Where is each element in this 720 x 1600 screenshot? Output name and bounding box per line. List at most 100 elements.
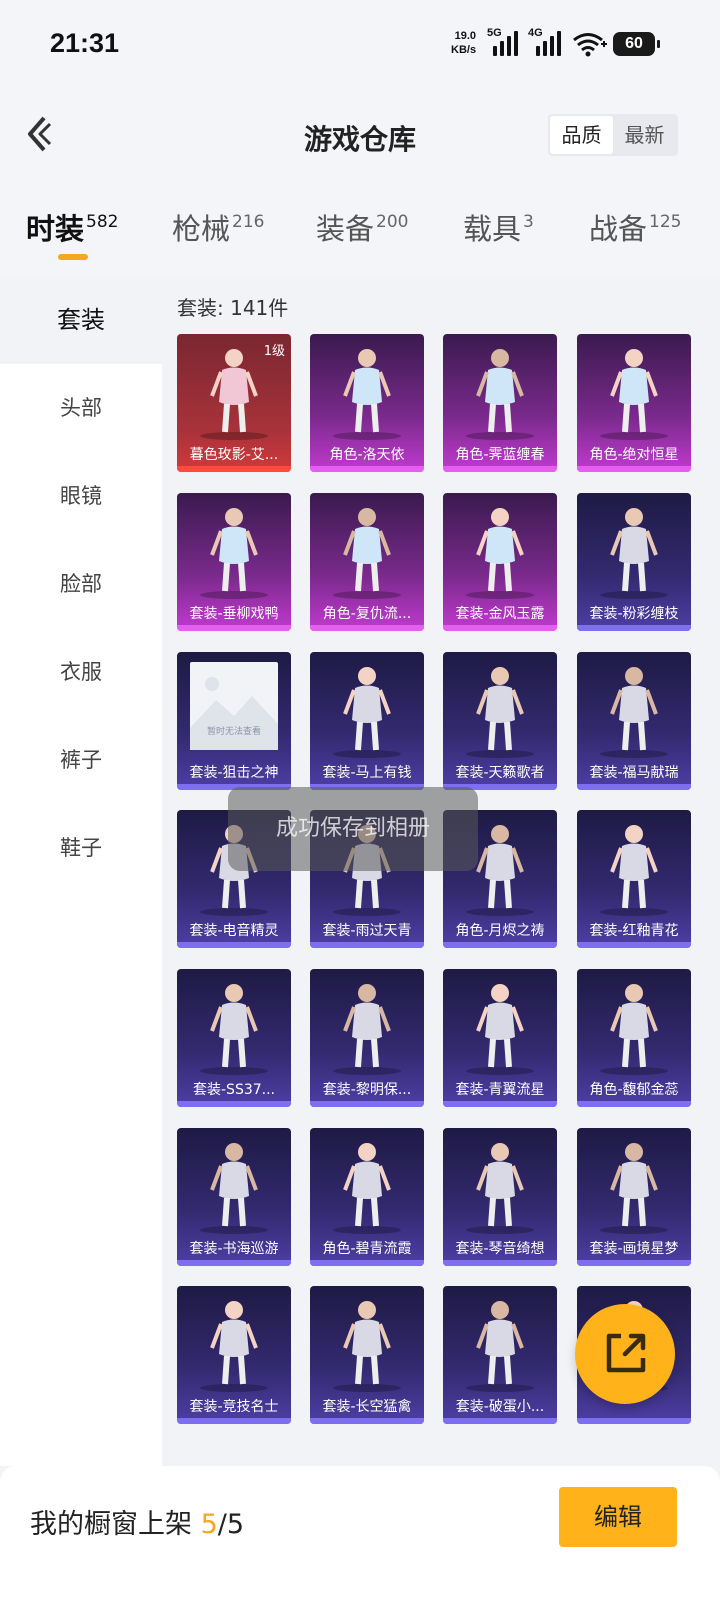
outfit-thumbnail xyxy=(600,667,668,758)
sidebar-item-suits[interactable]: 套装 xyxy=(0,276,162,364)
tab-count: 200 xyxy=(376,212,409,232)
item-name: 套装-马上有钱 xyxy=(322,765,412,781)
tab-fashion[interactable]: 时装 582 xyxy=(26,206,118,248)
share-button[interactable] xyxy=(575,1304,675,1404)
item-card[interactable]: 角色-复仇流... xyxy=(310,493,424,631)
quality-bar xyxy=(577,466,691,472)
tab-vehicles[interactable]: 载具 3 xyxy=(463,206,534,248)
edit-button[interactable]: 编辑 xyxy=(559,1487,677,1547)
item-name: 角色-绝对恒星 xyxy=(589,447,679,463)
item-name: 套装-破蛋小... xyxy=(455,1399,545,1415)
sidebar-item-clothes[interactable]: 衣服 xyxy=(0,628,162,716)
tab-count: 125 xyxy=(649,212,682,232)
outfit-thumbnail xyxy=(200,508,268,599)
sidebar-item-pants[interactable]: 裤子 xyxy=(0,716,162,804)
item-name: 角色-碧青流霞 xyxy=(322,1241,412,1257)
item-name: 套装-雨过天青 xyxy=(322,923,412,939)
network-speed-unit: KB/s xyxy=(451,44,477,56)
outfit-thumbnail xyxy=(333,667,401,758)
item-card[interactable]: 角色-霁蓝缠春 xyxy=(443,334,557,472)
item-name: 暮色玫影-艾... xyxy=(189,447,279,463)
sidebar-item-shoes[interactable]: 鞋子 xyxy=(0,804,162,892)
quality-bar xyxy=(177,1418,291,1424)
tab-label: 时装 xyxy=(26,212,85,246)
item-name: 套装-天籁歌者 xyxy=(455,765,545,781)
sort-option-latest[interactable]: 最新 xyxy=(613,116,676,154)
item-card[interactable]: 角色-洛天依 xyxy=(310,334,424,472)
tab-count: 216 xyxy=(232,212,265,232)
item-name: 角色-复仇流... xyxy=(322,606,412,622)
quality-bar xyxy=(177,625,291,631)
outfit-thumbnail xyxy=(600,508,668,599)
showcase-separator: / xyxy=(217,1509,227,1540)
status-time: 21:31 xyxy=(50,28,120,58)
item-card[interactable]: 套装-破蛋小... xyxy=(443,1286,557,1424)
quality-bar xyxy=(177,466,291,472)
item-name: 角色-馥郁金蕊 xyxy=(589,1082,679,1098)
outfit-thumbnail xyxy=(333,984,401,1075)
item-card[interactable]: 套装-金风玉露 xyxy=(443,493,557,631)
item-card[interactable]: 套装-黎明保... xyxy=(310,969,424,1107)
item-card[interactable]: 套装-天籁歌者 xyxy=(443,652,557,790)
item-card[interactable]: 套装-红釉青花 xyxy=(577,810,691,948)
category-tabs: 时装 582 枪械 216 装备 200 载具 3 战备 125 xyxy=(0,184,720,276)
item-card[interactable]: 套装-马上有钱 xyxy=(310,652,424,790)
outfit-thumbnail xyxy=(466,508,534,599)
item-name: 套装-福马献瑞 xyxy=(589,765,679,781)
item-card[interactable]: 套装-长空猛禽 xyxy=(310,1286,424,1424)
item-card[interactable]: 角色-碧青流霞 xyxy=(310,1128,424,1266)
tab-equipment[interactable]: 装备 200 xyxy=(316,206,408,248)
quality-bar xyxy=(177,942,291,948)
header: 游戏仓库 品质 最新 xyxy=(0,92,720,184)
item-card[interactable]: 套装-琴音绮想 xyxy=(443,1128,557,1266)
item-card[interactable]: 暂时无法查看 套装-狙击之神 xyxy=(177,652,291,790)
item-card[interactable]: 1级暮色玫影-艾... xyxy=(177,334,291,472)
quality-bar xyxy=(310,942,424,948)
item-name: 角色-霁蓝缠春 xyxy=(455,447,545,463)
item-card[interactable]: 套装-竞技名士 xyxy=(177,1286,291,1424)
item-level: 1级 xyxy=(263,344,285,359)
item-card[interactable]: 套装-粉彩缠枝 xyxy=(577,493,691,631)
signal-icon xyxy=(493,30,518,56)
sidebar-item-face[interactable]: 脸部 xyxy=(0,540,162,628)
item-name: 角色-月烬之祷 xyxy=(455,923,545,939)
item-name: 套装-青翼流星 xyxy=(455,1082,545,1098)
quality-bar xyxy=(310,1260,424,1266)
item-name: 套装-琴音绮想 xyxy=(455,1241,545,1257)
item-card[interactable]: 套装-SS37... xyxy=(177,969,291,1107)
tab-count: 3 xyxy=(523,212,534,232)
quality-bar xyxy=(177,1101,291,1107)
sidebar-item-head[interactable]: 头部 xyxy=(0,364,162,452)
item-card[interactable]: 套装-青翼流星 xyxy=(443,969,557,1107)
tab-label: 战备 xyxy=(589,212,648,246)
quality-bar xyxy=(443,942,557,948)
item-card[interactable]: 套装-书海巡游 xyxy=(177,1128,291,1266)
item-card[interactable]: 套装-福马献瑞 xyxy=(577,652,691,790)
quality-bar xyxy=(577,942,691,948)
quality-bar xyxy=(443,1260,557,1266)
sort-toggle: 品质 最新 xyxy=(548,114,678,156)
tab-supplies[interactable]: 战备 125 xyxy=(589,206,681,248)
item-card[interactable]: 角色-绝对恒星 xyxy=(577,334,691,472)
outfit-thumbnail xyxy=(466,1143,534,1234)
item-card[interactable]: 套装-画境星梦 xyxy=(577,1128,691,1266)
tab-guns[interactable]: 枪械 216 xyxy=(172,206,264,248)
item-card[interactable]: 角色-馥郁金蕊 xyxy=(577,969,691,1107)
sidebar: 套装 头部 眼镜 脸部 衣服 裤子 鞋子 xyxy=(0,276,162,1466)
showcase-total: 5 xyxy=(226,1509,245,1540)
image-placeholder: 暂时无法查看 xyxy=(190,662,278,750)
sort-option-quality[interactable]: 品质 xyxy=(550,116,613,154)
outfit-thumbnail xyxy=(200,1143,268,1234)
item-grid-area: 套装: 141件 1级 暮色玫影-艾... 角色-洛天依 角色-霁蓝缠春 角色-绝对恒星… xyxy=(162,276,720,1466)
sidebar-item-glasses[interactable]: 眼镜 xyxy=(0,452,162,540)
quality-bar xyxy=(177,1260,291,1266)
image-placeholder-text: 暂时无法查看 xyxy=(206,727,261,737)
tab-label: 载具 xyxy=(463,212,522,246)
bottom-bar: 我的橱窗上架 5/5 编辑 xyxy=(0,1466,720,1600)
item-name: 套装-垂柳戏鸭 xyxy=(189,606,279,622)
wifi-icon xyxy=(573,33,607,57)
item-card[interactable]: 套装-垂柳戏鸭 xyxy=(177,493,291,631)
network-speed-value: 19.0 xyxy=(454,30,477,42)
item-name: 套装-SS37... xyxy=(193,1082,275,1098)
item-name: 套装-金风玉露 xyxy=(455,606,545,622)
